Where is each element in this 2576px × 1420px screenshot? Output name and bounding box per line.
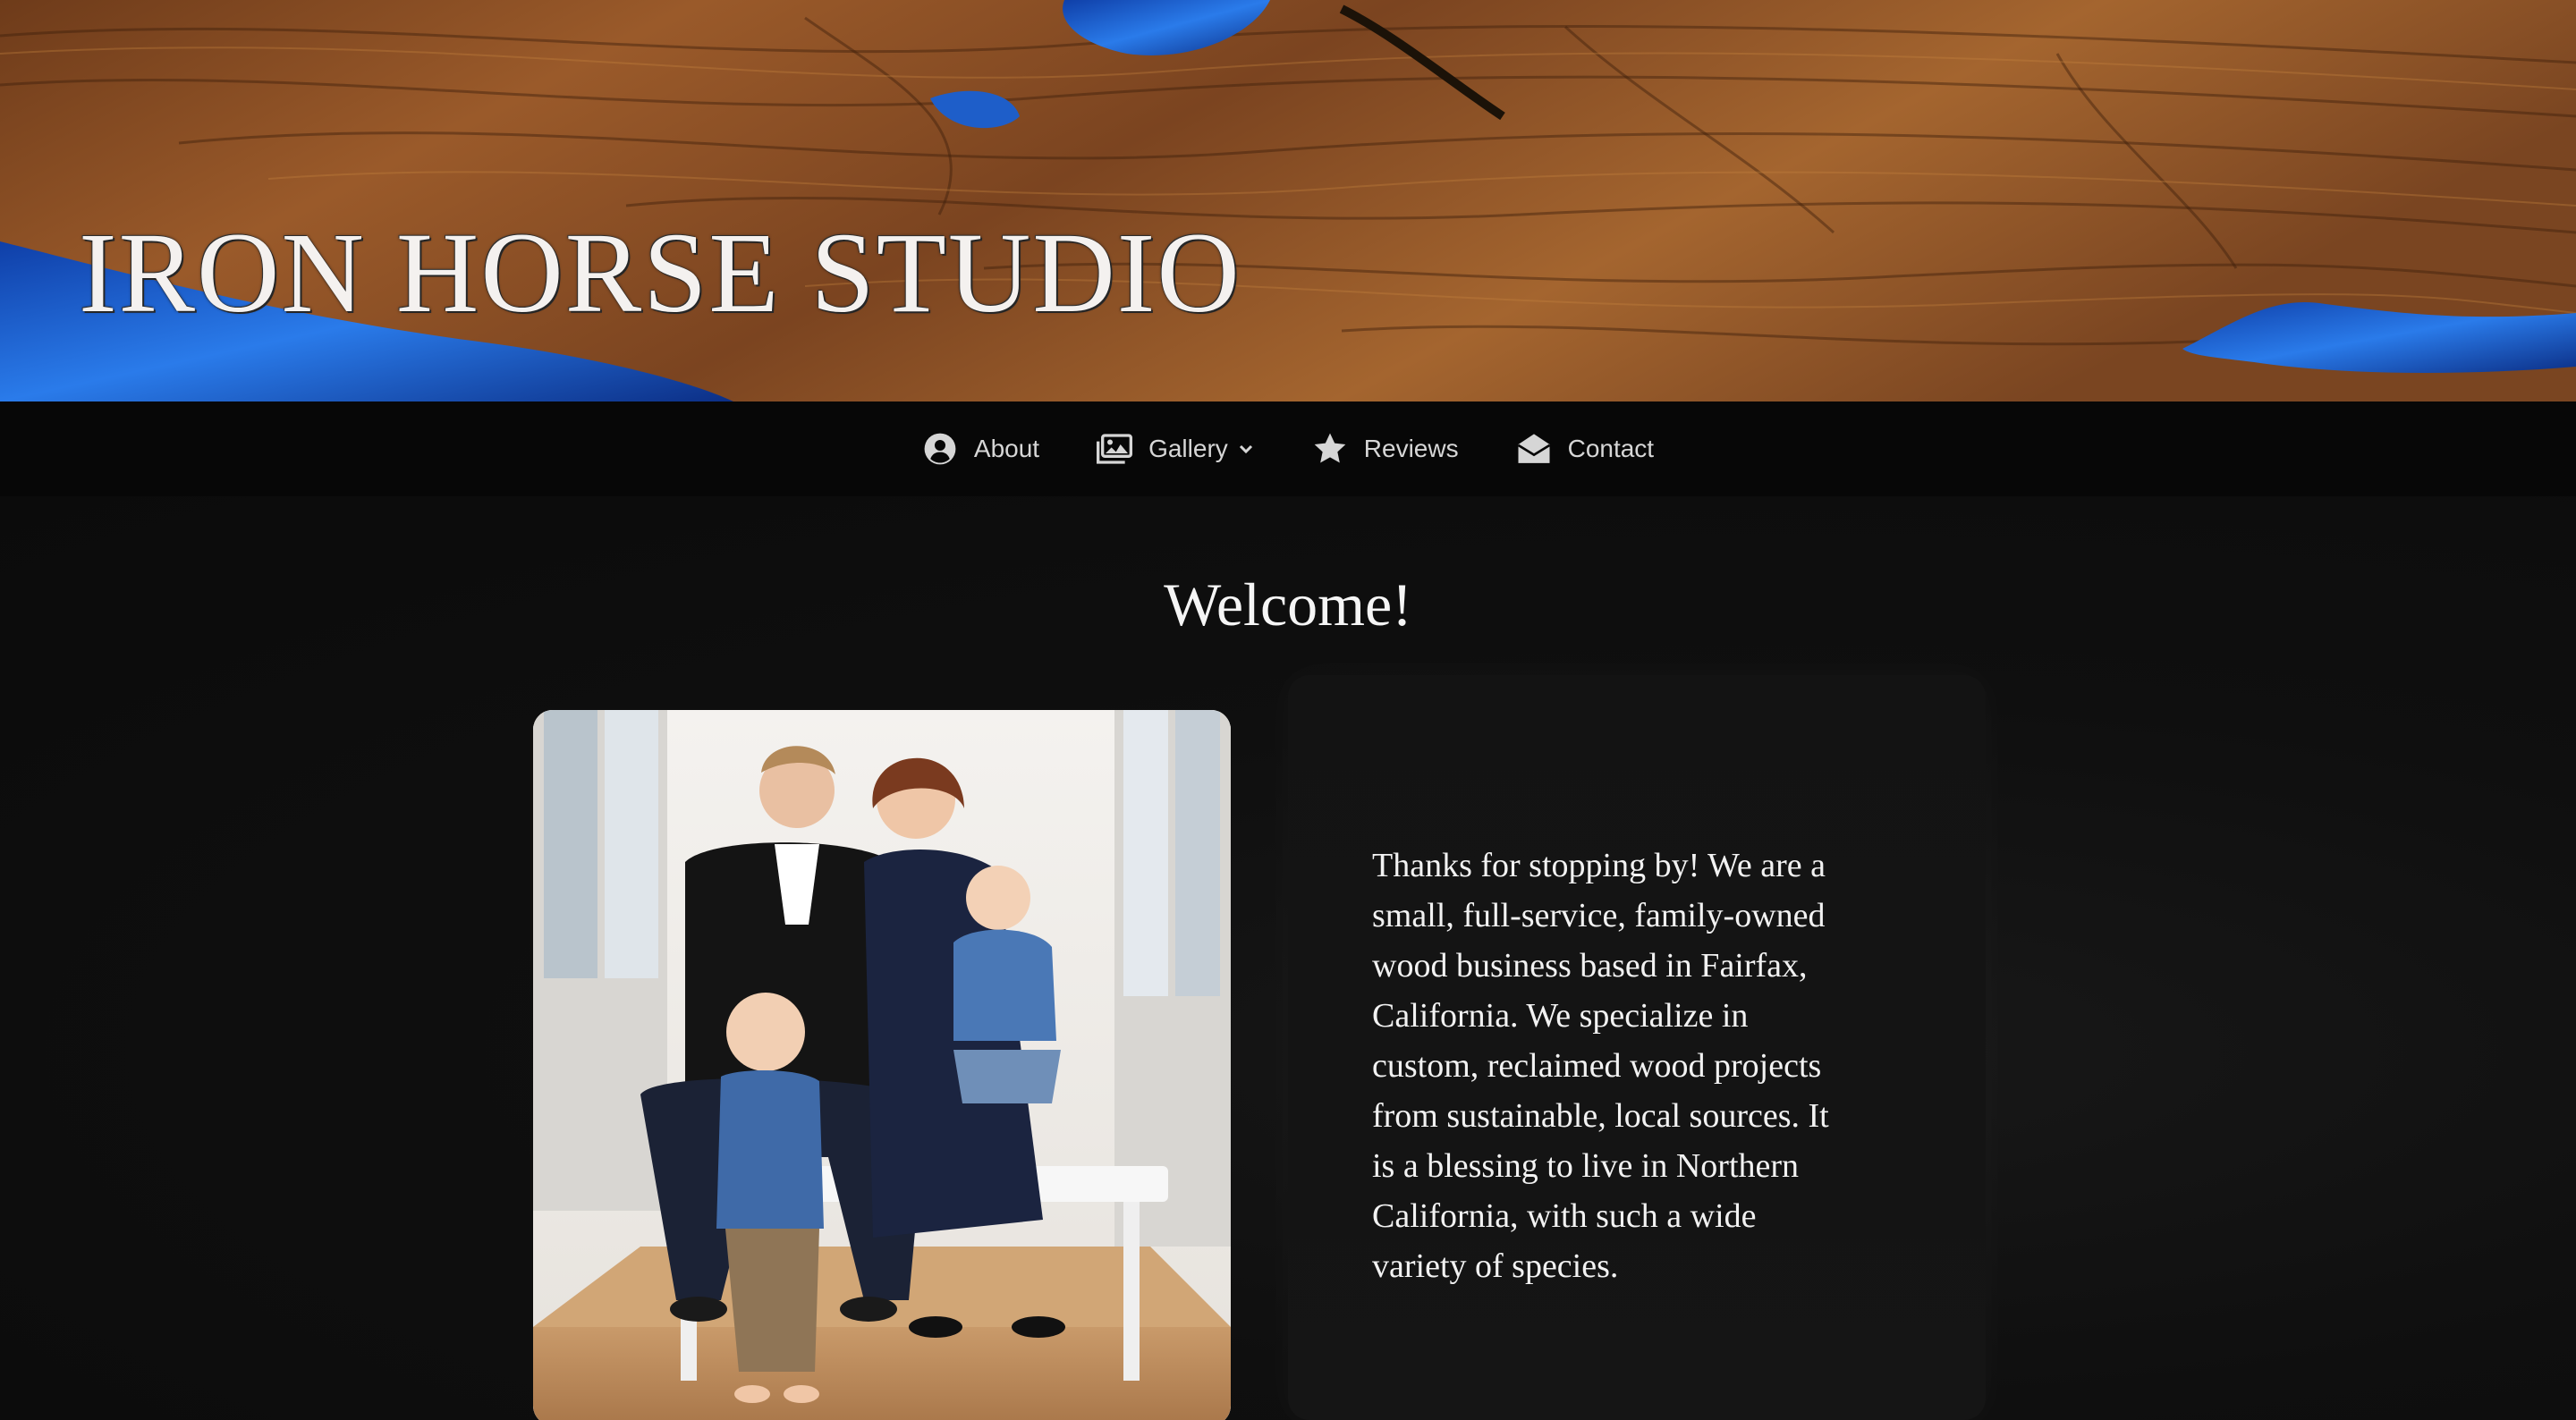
nav-item-about[interactable]: About: [922, 422, 1039, 476]
nav-item-contact[interactable]: Contact: [1516, 422, 1655, 476]
chevron-down-icon[interactable]: [1237, 440, 1255, 458]
intro-text: Thanks for stopping by! We are a small, …: [1372, 847, 1829, 1285]
star-icon: [1312, 431, 1348, 467]
envelope-open-icon: [1516, 431, 1552, 467]
wood-resin-banner-image: [0, 0, 2576, 401]
header-banner: IRON HORSE STUDIO: [0, 0, 2576, 401]
nav-label-about: About: [973, 435, 1040, 462]
family-photo: [533, 710, 1231, 1420]
main-content: Welcome! Thanks for stopping by! We are …: [0, 496, 2576, 1420]
welcome-heading: Welcome!: [1164, 571, 1412, 638]
main-nav: About Gallery Reviews Contact: [0, 401, 2576, 496]
images-icon: [1097, 431, 1133, 467]
family-photo-image: [533, 710, 1231, 1420]
nav-item-reviews[interactable]: Reviews: [1312, 422, 1459, 476]
site-title[interactable]: IRON HORSE STUDIO: [79, 207, 1241, 339]
nav-label-contact: Contact: [1567, 435, 1655, 462]
nav-label-gallery: Gallery: [1148, 435, 1228, 462]
user-circle-icon: [922, 431, 958, 467]
nav-item-gallery[interactable]: Gallery: [1097, 422, 1255, 476]
nav-label-reviews: Reviews: [1363, 435, 1459, 462]
